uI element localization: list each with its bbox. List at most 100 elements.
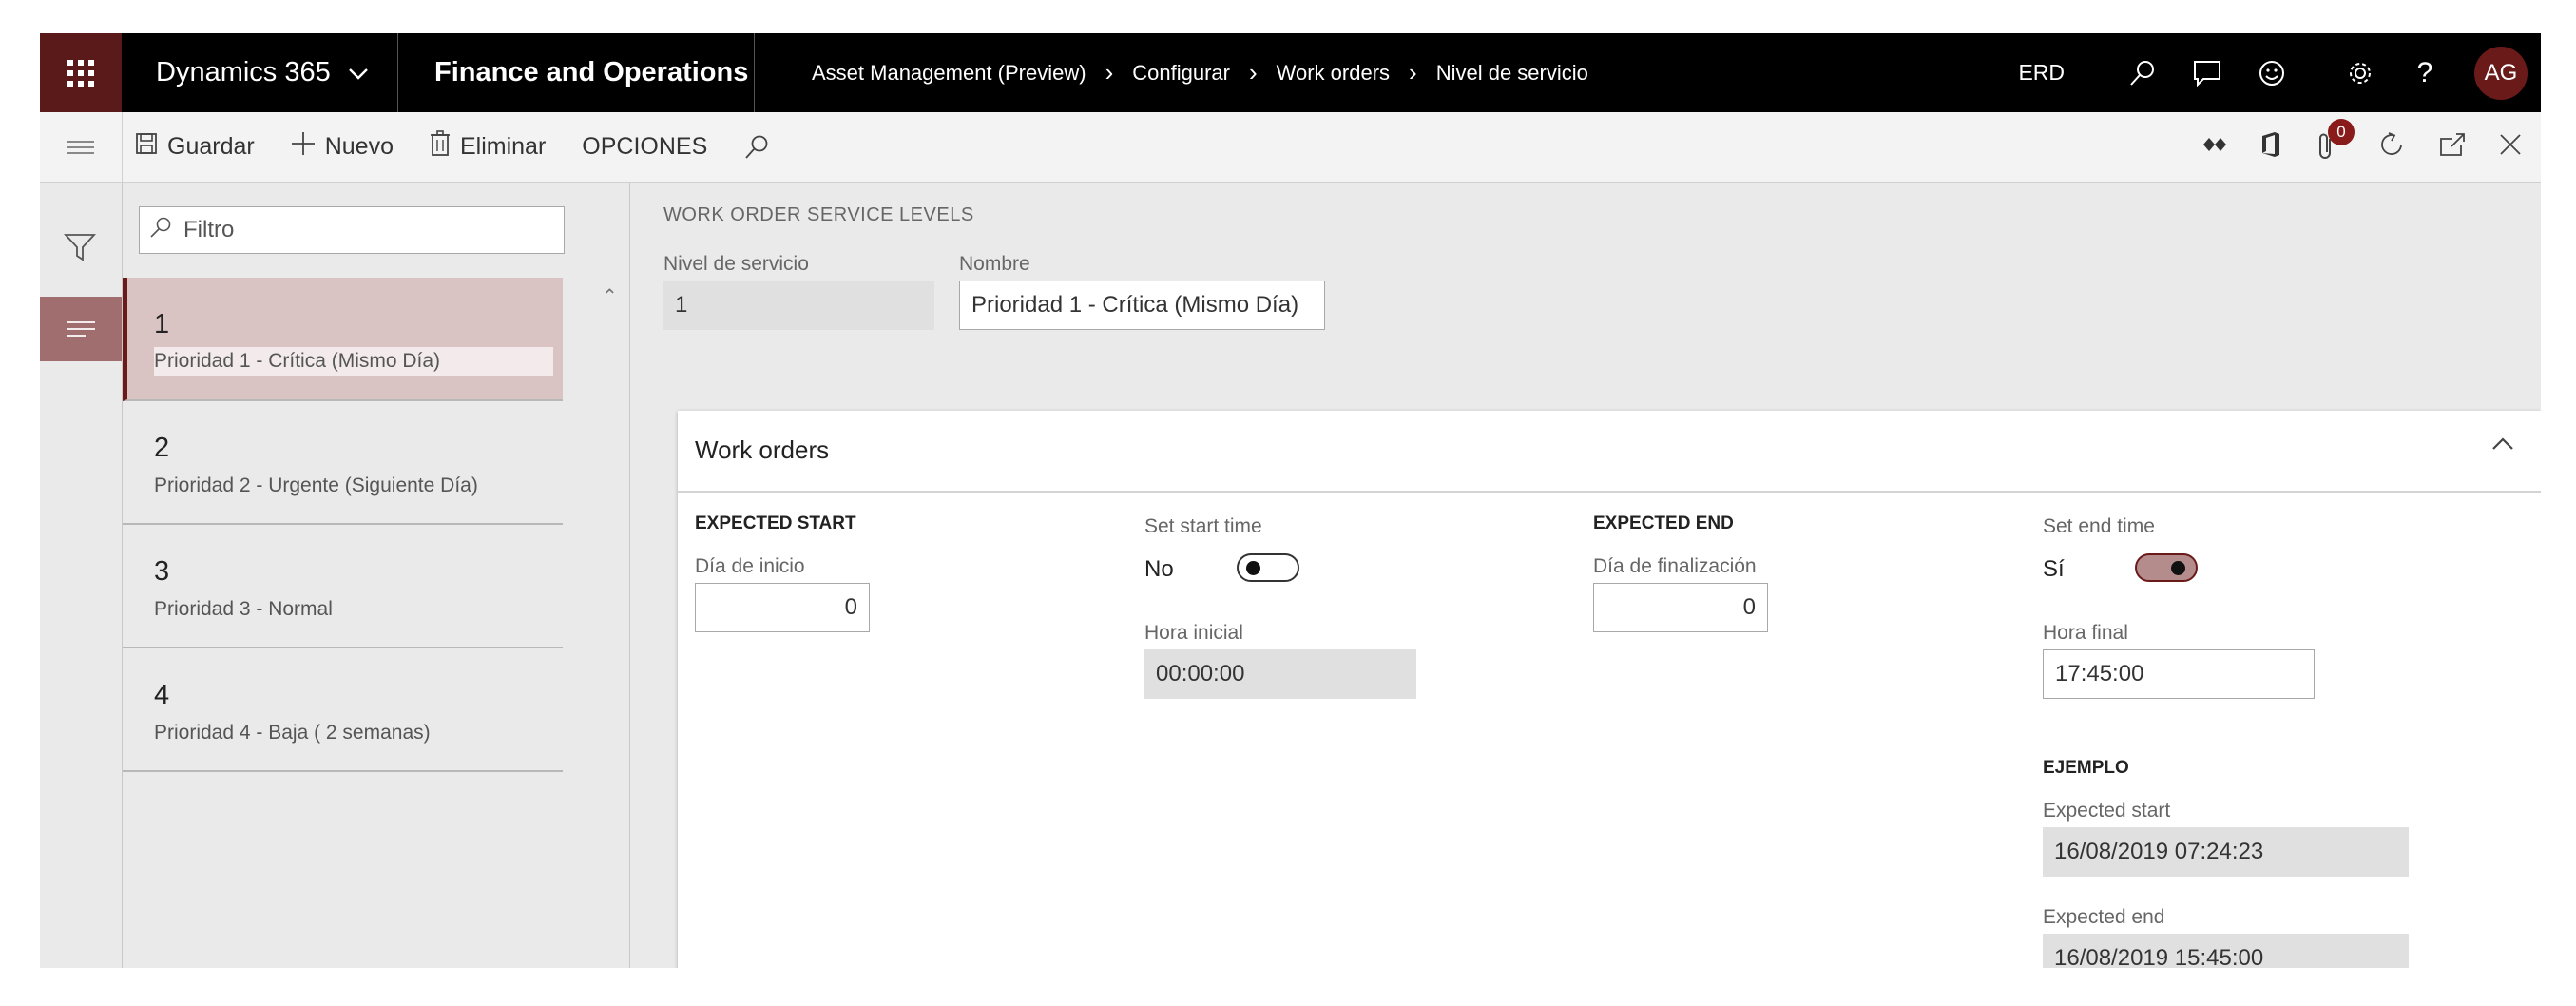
end-time-field[interactable]: 17:45:00 (2043, 649, 2315, 699)
refresh-icon[interactable] (2377, 130, 2406, 164)
help-icon[interactable]: ? (2410, 57, 2440, 88)
start-day-field[interactable]: 0 (695, 583, 870, 632)
service-level-list: 1 Prioridad 1 - Crítica (Mismo Día) 2 Pr… (123, 278, 563, 772)
save-button[interactable]: Guardar (135, 132, 255, 162)
list-item-id: 1 (154, 309, 170, 339)
list-pane: ⌃ 1 Prioridad 1 - Crítica (Mismo Día) 2 … (123, 183, 630, 968)
message-icon[interactable] (2192, 58, 2222, 88)
example-heading: EJEMPLO (2043, 758, 2129, 778)
set-start-time-toggle[interactable] (1237, 553, 1299, 582)
set-end-time-state: Sí (2043, 556, 2065, 582)
filter-icon[interactable] (63, 232, 97, 267)
left-rail (40, 183, 123, 968)
list-item-id: 3 (154, 556, 170, 587)
list-item-name: Prioridad 3 - Normal (154, 598, 333, 620)
hamburger-icon[interactable] (40, 112, 123, 182)
breadcrumb-item-nivel-de-servicio: Nivel de servicio (1435, 60, 1588, 85)
save-label: Guardar (167, 133, 255, 160)
breadcrumb-item-configurar[interactable]: Configurar (1132, 61, 1230, 86)
close-icon[interactable] (2499, 133, 2522, 161)
app-window: Dynamics 365 Finance and Operations Asse… (40, 33, 2541, 968)
service-level-label: Nivel de servicio (663, 253, 809, 275)
toggle-knob (2171, 561, 2185, 575)
example-end-field: 16/08/2019 15:45:00 (2043, 934, 2409, 968)
list-view-icon[interactable] (40, 297, 122, 361)
list-item-name: Prioridad 1 - Crítica (Mismo Día) (154, 347, 553, 376)
chevron-right-icon: › (1248, 58, 1258, 87)
filter-field[interactable] (139, 206, 565, 254)
scroll-up-icon[interactable]: ⌃ (602, 284, 618, 308)
expected-start-heading: EXPECTED START (695, 513, 856, 533)
card-title: Work orders (695, 435, 830, 464)
list-item-id: 4 (154, 680, 170, 710)
details-pane: WORK ORDER SERVICE LEVELS Nivel de servi… (630, 183, 2541, 968)
search-icon[interactable] (2127, 58, 2158, 88)
list-item[interactable]: 4 Prioridad 4 - Baja ( 2 semanas) (123, 648, 563, 772)
save-icon (135, 132, 158, 162)
breadcrumb-item-work-orders[interactable]: Work orders (1277, 61, 1390, 86)
example-end-label: Expected end (2043, 906, 2165, 928)
open-new-window-icon[interactable] (2438, 131, 2467, 163)
dynamics-brand-button[interactable]: Dynamics 365 (156, 33, 369, 112)
expected-end-heading: EXPECTED END (1593, 513, 1734, 533)
action-search-icon[interactable] (743, 134, 770, 161)
page-title: WORK ORDER SERVICE LEVELS (663, 204, 974, 225)
set-end-time-toggle[interactable] (2135, 553, 2198, 582)
end-day-field[interactable]: 0 (1593, 583, 1768, 632)
options-label: OPCIONES (582, 133, 708, 160)
set-start-time-label: Set start time (1144, 515, 1262, 537)
breadcrumb: Asset Management (Preview) › Configurar … (812, 33, 1588, 112)
example-start-field: 16/08/2019 07:24:23 (2043, 827, 2409, 877)
chevron-up-icon[interactable] (2491, 437, 2514, 455)
new-label: Nuevo (324, 133, 394, 160)
example-start-label: Expected start (2043, 800, 2171, 822)
filter-input[interactable] (182, 216, 547, 244)
start-day-label: Día de inicio (695, 555, 805, 577)
action-pane: Guardar Nuevo Eliminar OPCIONES 0 (40, 112, 2541, 183)
attachments-button[interactable]: 0 (2315, 118, 2355, 163)
work-orders-card: Work orders EXPECTED START Día de inicio… (678, 411, 2541, 968)
diamond-icon[interactable] (2202, 135, 2227, 159)
avatar[interactable]: AG (2474, 46, 2528, 100)
end-day-label: Día de finalización (1593, 555, 1757, 577)
chevron-right-icon: › (1409, 58, 1417, 87)
company-picker[interactable]: ERD (2018, 60, 2065, 86)
delete-label: Eliminar (459, 133, 547, 160)
start-time-field: 00:00:00 (1144, 649, 1416, 699)
name-label: Nombre (959, 253, 1030, 275)
options-tab[interactable]: OPCIONES (582, 133, 707, 161)
divider (397, 33, 398, 112)
list-item-id: 2 (154, 433, 170, 463)
module-title: Finance and Operations (434, 57, 749, 87)
chevron-down-icon (348, 57, 369, 88)
gear-icon[interactable] (2345, 58, 2375, 88)
attachments-count-badge: 0 (2328, 118, 2355, 145)
search-icon (149, 216, 172, 245)
list-item[interactable]: 1 Prioridad 1 - Crítica (Mismo Día) (123, 278, 563, 401)
trash-icon (430, 130, 451, 164)
name-field[interactable]: Prioridad 1 - Crítica (Mismo Día) (959, 281, 1325, 330)
list-item-name: Prioridad 4 - Baja ( 2 semanas) (154, 722, 431, 744)
action-buttons: Guardar Nuevo Eliminar OPCIONES (135, 112, 770, 182)
set-end-time-label: Set end time (2043, 515, 2155, 537)
set-start-time-state: No (1144, 556, 1174, 582)
list-item[interactable]: 2 Prioridad 2 - Urgente (Siguiente Día) (123, 401, 563, 525)
new-button[interactable]: Nuevo (291, 131, 394, 163)
delete-button[interactable]: Eliminar (430, 130, 546, 164)
list-item[interactable]: 3 Prioridad 3 - Normal (123, 525, 563, 648)
brand-label: Dynamics 365 (156, 57, 331, 87)
divider (754, 33, 755, 112)
card-header[interactable]: Work orders (678, 411, 2541, 493)
office-icon[interactable] (2259, 131, 2282, 163)
breadcrumb-item-asset-management[interactable]: Asset Management (Preview) (812, 61, 1086, 86)
waffle-icon[interactable] (40, 33, 122, 112)
toggle-knob (1246, 561, 1260, 575)
service-level-field: 1 (663, 281, 934, 330)
action-right-tools: 0 (2202, 112, 2522, 182)
smiley-icon[interactable] (2257, 58, 2287, 88)
list-item-name: Prioridad 2 - Urgente (Siguiente Día) (154, 474, 478, 496)
top-navigation-bar: Dynamics 365 Finance and Operations Asse… (40, 33, 2541, 112)
end-time-label: Hora final (2043, 622, 2128, 644)
chevron-right-icon: › (1105, 58, 1114, 87)
top-right-tools: ERD ? AG (2018, 33, 2541, 112)
